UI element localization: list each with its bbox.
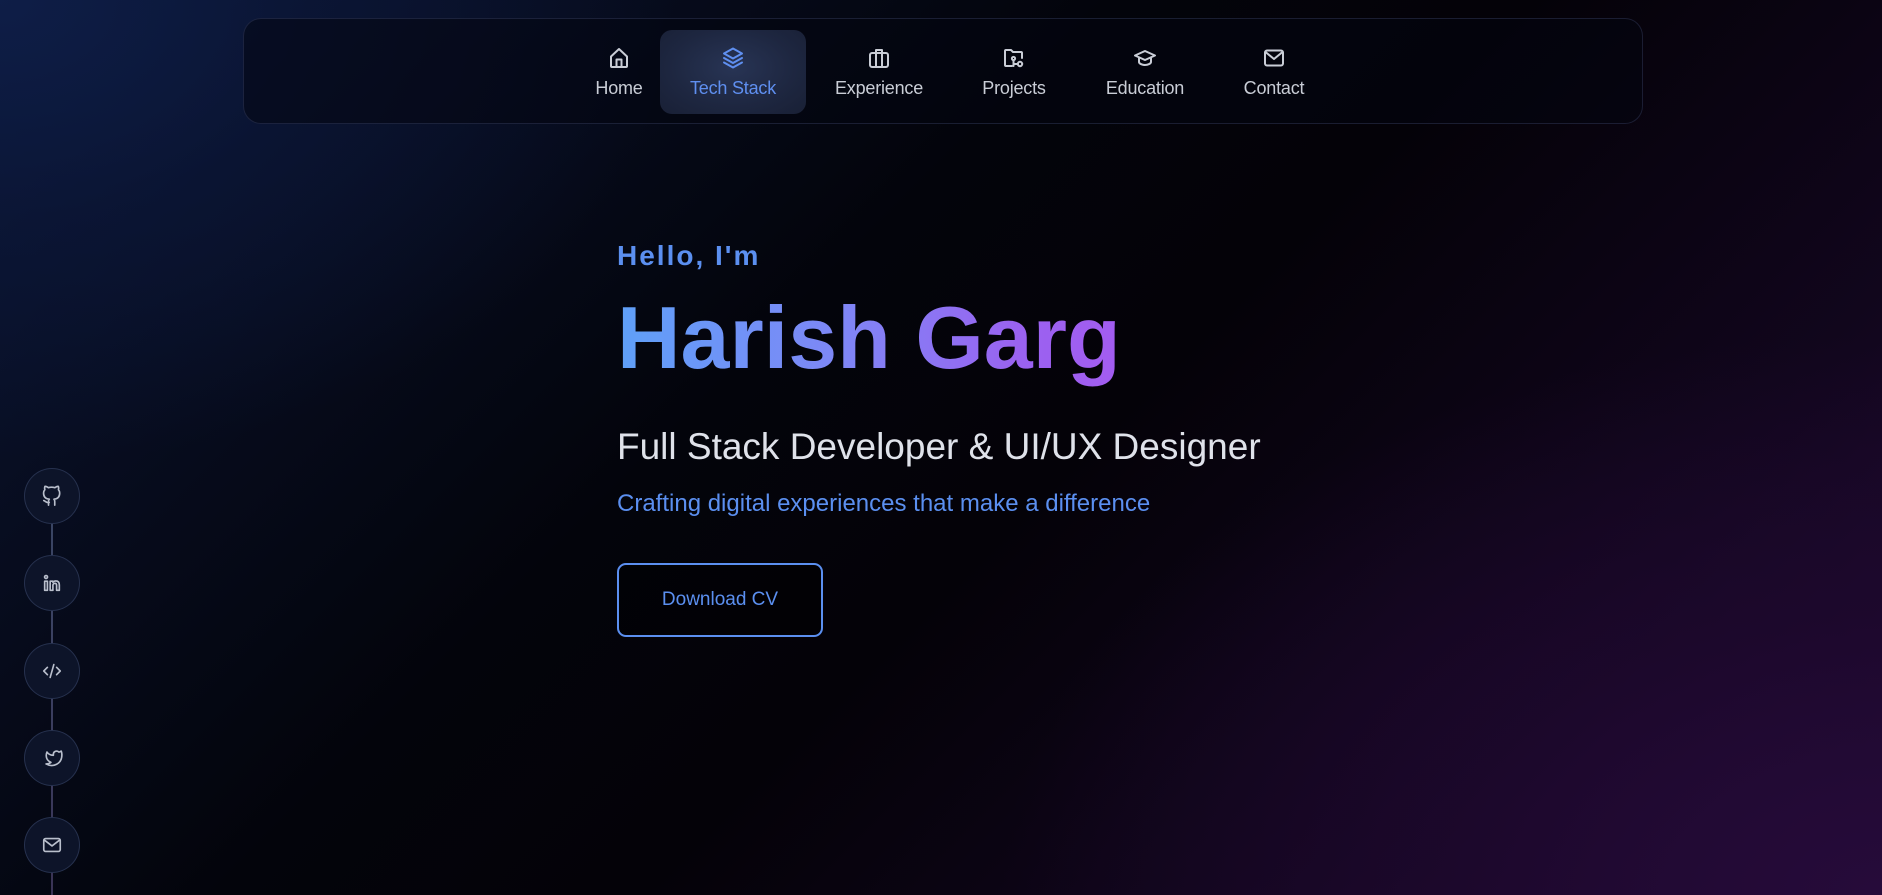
layers-icon	[721, 46, 745, 70]
hero-role: Full Stack Developer & UI/UX Designer	[617, 426, 1261, 467]
folder-key-icon	[1002, 46, 1026, 70]
top-navigation: Home Tech Stack Experience Projects Educ…	[243, 18, 1643, 124]
github-icon	[41, 485, 63, 507]
nav-label: Experience	[834, 78, 924, 98]
nav-item-projects[interactable]: Projects	[966, 30, 1062, 114]
nav-item-contact[interactable]: Contact	[1226, 30, 1322, 114]
social-link-email[interactable]	[24, 817, 80, 873]
linkedin-icon	[41, 572, 63, 594]
nav-label: Home	[595, 78, 643, 98]
hero-greeting: Hello, I'm	[617, 240, 761, 271]
nav-item-tech-stack[interactable]: Tech Stack	[660, 30, 806, 114]
social-link-github[interactable]	[24, 468, 80, 524]
twitter-icon	[41, 747, 63, 769]
hero-name: Harish Garg	[617, 288, 1121, 387]
nav-item-experience[interactable]: Experience	[824, 30, 934, 114]
social-link-twitter[interactable]	[24, 730, 80, 786]
briefcase-icon	[867, 46, 891, 70]
code-icon	[41, 660, 63, 682]
nav-label: Tech Stack	[689, 78, 777, 98]
nav-item-home[interactable]: Home	[582, 30, 656, 114]
nav-label: Education	[1105, 78, 1185, 98]
social-link-linkedin[interactable]	[24, 555, 80, 611]
graduation-cap-icon	[1133, 46, 1157, 70]
nav-item-education[interactable]: Education	[1090, 30, 1200, 114]
download-cv-button[interactable]: Download CV	[617, 563, 823, 637]
download-cv-label: Download CV	[661, 589, 779, 610]
nav-label: Projects	[982, 78, 1046, 98]
nav-label: Contact	[1243, 78, 1305, 98]
home-icon	[607, 46, 631, 70]
mail-icon	[41, 834, 63, 856]
social-link-code[interactable]	[24, 643, 80, 699]
hero-tagline: Crafting digital experiences that make a…	[617, 490, 1151, 517]
mail-icon	[1262, 46, 1286, 70]
